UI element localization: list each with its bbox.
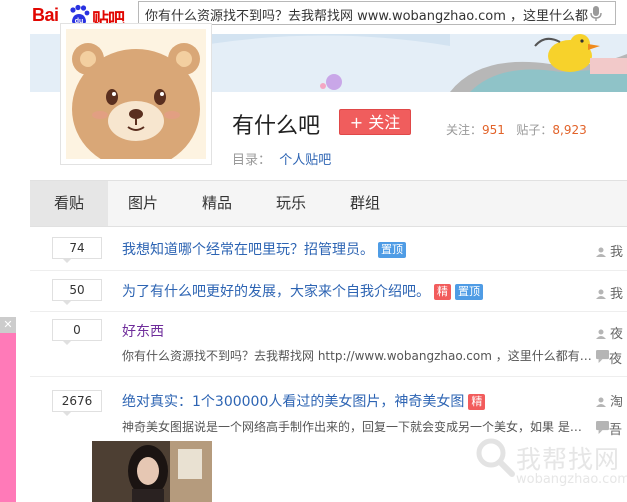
follow-count: 951 xyxy=(482,123,505,137)
magnifier-icon xyxy=(476,438,515,477)
forum-title: 有什么吧 xyxy=(232,114,321,139)
search-input-value: 你有什么资源找不到吗？去我帮找网 www.wobangzhao.com ，这里什… xyxy=(145,9,589,24)
catalog-label: 目录： xyxy=(232,153,272,168)
thread-author[interactable]: 我 xyxy=(596,241,623,260)
last-reply[interactable]: 夜 xyxy=(596,348,622,367)
watermark-url: wobangzhao.com xyxy=(516,472,627,487)
featured-badge: 精 xyxy=(468,394,486,410)
thread-abstract: 你有什么资源找不到吗？去我帮找网 http://www.wobangzhao.c… xyxy=(122,349,592,363)
tab-featured[interactable]: 精品 xyxy=(182,181,252,226)
thread-row: 0 好东西 你有什么资源找不到吗？去我帮找网 http://www.wobang… xyxy=(30,312,627,377)
tab-images[interactable]: 图片 xyxy=(108,181,178,226)
close-icon[interactable]: ✕ xyxy=(0,317,16,333)
thread-row: 50 为了有什么吧更好的发展，大家来个自我介绍吧。精置顶 我 xyxy=(30,271,627,312)
user-icon xyxy=(596,329,606,339)
tab-posts[interactable]: 看贴 xyxy=(30,181,108,226)
side-advertisement[interactable]: ✕ xyxy=(0,317,16,502)
thread-author[interactable]: 我 xyxy=(596,283,623,302)
thread-title[interactable]: 为了有什么吧更好的发展，大家来个自我介绍吧。精置顶 xyxy=(122,281,483,301)
thumbnail-image xyxy=(92,441,212,502)
thread-title-text[interactable]: 我想知道哪个经常在吧里玩？招管理员。 xyxy=(122,242,374,258)
user-icon xyxy=(596,397,606,407)
search-input[interactable]: 你有什么资源找不到吗？去我帮找网 www.wobangzhao.com ，这里什… xyxy=(138,1,616,25)
thread-author[interactable]: 淘 xyxy=(596,391,623,410)
tab-fun[interactable]: 玩乐 xyxy=(256,181,326,226)
thread-title[interactable]: 好东西 xyxy=(122,321,164,341)
forum-tabs: 看贴 图片 精品 玩乐 群组 xyxy=(30,180,627,227)
bear-avatar-image xyxy=(66,29,206,159)
comment-icon xyxy=(596,349,610,363)
follow-button[interactable]: + 关注 xyxy=(339,109,411,135)
thread-title-text[interactable]: 绝对真实：1个300000人看过的美女图片，神奇美女图 xyxy=(122,394,464,410)
thread-title[interactable]: 我想知道哪个经常在吧里玩？招管理员。 置顶 xyxy=(122,239,406,259)
thread-author[interactable]: 夜 xyxy=(596,323,623,342)
thread-title-text[interactable]: 为了有什么吧更好的发展，大家来个自我介绍吧。 xyxy=(122,284,430,300)
tab-groups[interactable]: 群组 xyxy=(330,181,400,226)
thread-thumbnail[interactable] xyxy=(92,441,212,502)
post-count: 8,923 xyxy=(552,123,587,137)
sticky-badge: 置顶 xyxy=(455,284,483,300)
featured-badge: 精 xyxy=(434,284,451,300)
follow-count-label: 关注： xyxy=(446,123,483,137)
thread-title[interactable]: 绝对真实：1个300000人看过的美女图片，神奇美女图精 xyxy=(122,391,486,411)
post-count-label: 贴子： xyxy=(516,123,553,137)
reply-count: 2676 xyxy=(52,390,102,416)
logo-bai: Bai xyxy=(32,5,59,25)
reply-count: 50 xyxy=(52,279,102,305)
microphone-icon[interactable] xyxy=(589,5,603,22)
reply-count: 0 xyxy=(52,319,102,345)
forum-avatar[interactable] xyxy=(60,23,212,165)
thread-title-text[interactable]: 好东西 xyxy=(122,324,164,340)
user-icon xyxy=(596,247,606,257)
watermark-text: 我帮找网 xyxy=(516,445,621,474)
reply-count: 74 xyxy=(52,237,102,263)
forum-stats: 关注：951 贴子：8,923 xyxy=(446,121,587,138)
catalog-link[interactable]: 个人贴吧 xyxy=(279,153,331,168)
watermark: 我帮找网 wobangzhao.com xyxy=(474,432,627,492)
sticky-badge: 置顶 xyxy=(378,242,406,258)
forum-catalog: 目录： 个人贴吧 xyxy=(232,149,331,168)
thread-row: 74 我想知道哪个经常在吧里玩？招管理员。 置顶 我 xyxy=(30,228,627,271)
user-icon xyxy=(596,289,606,299)
